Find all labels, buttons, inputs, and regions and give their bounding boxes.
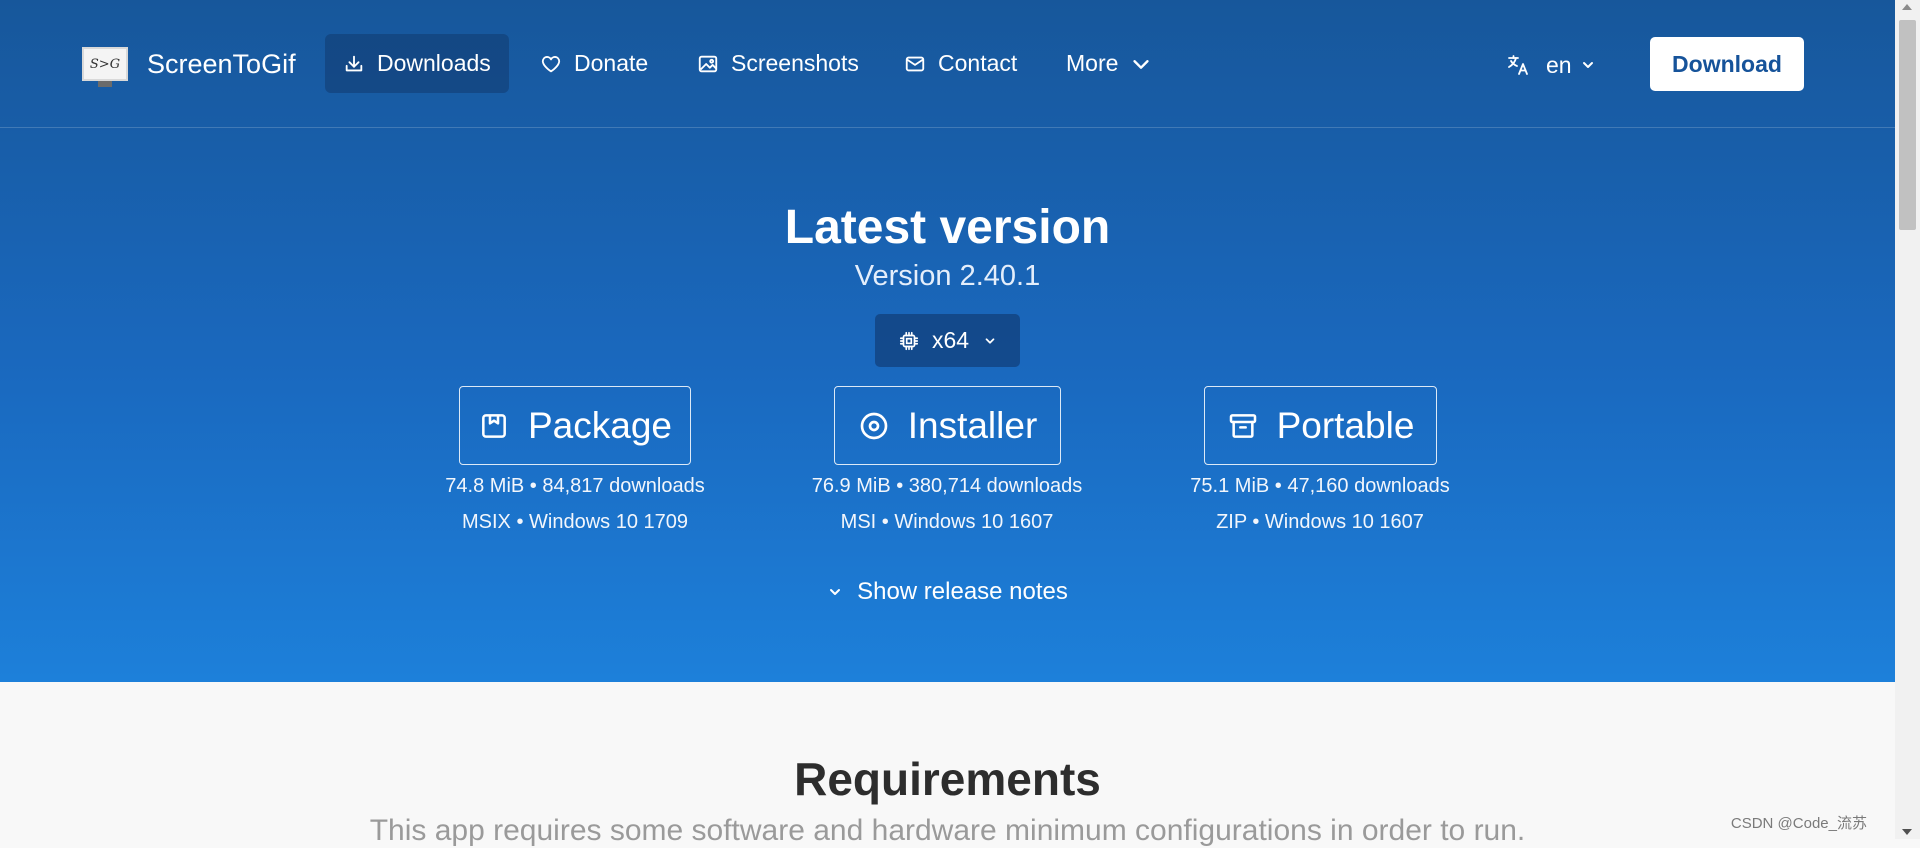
installer-details: MSI • Windows 10 1607 bbox=[840, 511, 1054, 533]
scrollbar[interactable] bbox=[1895, 0, 1920, 839]
watermark: CSDN @Code_流苏 bbox=[1730, 815, 1867, 832]
requirements-subtitle: This app requires some software and hard… bbox=[369, 814, 1526, 847]
release-notes-label: Show release notes bbox=[857, 578, 1068, 605]
requirements-title: Requirements bbox=[794, 753, 1101, 805]
nav-label: More bbox=[1066, 50, 1119, 76]
package-icon bbox=[478, 410, 510, 442]
brand[interactable]: S>G ScreenToGif bbox=[82, 44, 296, 87]
package-download-button[interactable]: Package bbox=[459, 386, 691, 465]
portable-meta: 75.1 MiB • 47,160 downloads ZIP • Window… bbox=[1145, 468, 1495, 540]
language-label: en bbox=[1546, 51, 1572, 78]
architecture-dropdown[interactable]: x64 bbox=[875, 314, 1020, 367]
hero-section: S>G ScreenToGif Downloads Donate Screens… bbox=[0, 0, 1895, 682]
release-notes-toggle[interactable]: Show release notes bbox=[0, 578, 1895, 606]
installer-stats: 76.9 MiB • 380,714 downloads bbox=[811, 475, 1083, 497]
image-icon bbox=[697, 53, 719, 75]
chevron-down-icon bbox=[827, 584, 843, 600]
package-meta: 74.8 MiB • 84,817 downloads MSIX • Windo… bbox=[400, 468, 750, 540]
installer-download-button[interactable]: Installer bbox=[834, 386, 1061, 465]
nav-label: Contact bbox=[938, 50, 1018, 76]
nav-label: Screenshots bbox=[731, 50, 859, 76]
installer-meta: 76.9 MiB • 380,714 downloads MSI • Windo… bbox=[772, 468, 1122, 540]
nav-more[interactable]: More bbox=[1066, 34, 1152, 93]
portable-details: ZIP • Windows 10 1607 bbox=[1216, 511, 1424, 533]
portable-stats: 75.1 MiB • 47,160 downloads bbox=[1190, 475, 1450, 497]
nav-label: Donate bbox=[574, 50, 649, 76]
version-label: Version 2.40.1 bbox=[854, 260, 1041, 292]
nav-label: Downloads bbox=[377, 50, 491, 76]
mail-icon bbox=[904, 53, 926, 75]
installer-label: Installer bbox=[907, 404, 1038, 446]
architecture-label: x64 bbox=[931, 327, 970, 353]
chevron-down-icon bbox=[1130, 53, 1152, 75]
download-icon bbox=[343, 53, 365, 75]
disc-icon bbox=[858, 410, 890, 442]
page-title: Latest version bbox=[784, 201, 1111, 254]
page: S>G ScreenToGif Downloads Donate Screens… bbox=[0, 0, 1895, 847]
scroll-down-arrow-icon[interactable] bbox=[1902, 829, 1912, 835]
cpu-icon bbox=[898, 330, 920, 352]
nav-contact[interactable]: Contact bbox=[904, 34, 1017, 93]
language-selector[interactable]: en bbox=[1506, 48, 1596, 82]
heart-icon bbox=[540, 53, 562, 75]
portable-download-button[interactable]: Portable bbox=[1204, 386, 1437, 465]
archive-icon bbox=[1227, 410, 1259, 442]
translate-icon bbox=[1506, 53, 1530, 77]
portable-label: Portable bbox=[1276, 404, 1415, 446]
package-stats: 74.8 MiB • 84,817 downloads bbox=[445, 475, 705, 497]
nav-screenshots[interactable]: Screenshots bbox=[697, 34, 859, 93]
download-cta-button[interactable]: Download bbox=[1650, 37, 1804, 91]
nav-donate[interactable]: Donate bbox=[540, 34, 648, 93]
app-logo: S>G bbox=[82, 47, 128, 87]
nav-downloads[interactable]: Downloads bbox=[325, 34, 509, 93]
brand-name: ScreenToGif bbox=[147, 48, 296, 79]
chevron-down-icon bbox=[1580, 57, 1596, 73]
chevron-down-icon bbox=[983, 334, 997, 348]
scrollbar-thumb[interactable] bbox=[1899, 20, 1916, 230]
package-details: MSIX • Windows 10 1709 bbox=[462, 511, 688, 533]
scroll-up-arrow-icon[interactable] bbox=[1902, 4, 1912, 10]
navbar: S>G ScreenToGif Downloads Donate Screens… bbox=[0, 0, 1895, 128]
package-label: Package bbox=[528, 404, 672, 446]
